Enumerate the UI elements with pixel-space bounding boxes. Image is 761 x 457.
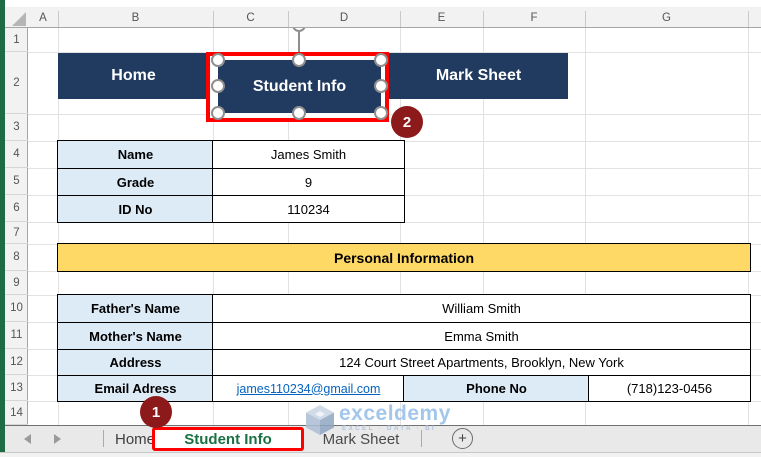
add-sheet-button[interactable]: +	[452, 428, 473, 449]
grade-value-cell[interactable]: 9	[212, 168, 405, 196]
email-label-cell[interactable]: Email Adress	[57, 375, 214, 402]
excel-window: A B C D E F G 1 2 3 4 5 6 7 8 9 10 11 12…	[0, 0, 761, 457]
selection-handle-bottom-left[interactable]	[211, 106, 225, 120]
callout-step-2-badge: 2	[391, 106, 423, 138]
row-header-14[interactable]: 14	[5, 401, 28, 425]
selection-handle-top-right[interactable]	[374, 53, 388, 67]
mark-sheet-nav-button[interactable]: Mark Sheet	[389, 53, 568, 99]
tab-scroll-left-icon[interactable]	[24, 434, 31, 444]
mother-name-value-cell[interactable]: Emma Smith	[212, 322, 751, 350]
home-nav-button[interactable]: Home	[58, 53, 209, 99]
grade-label-cell[interactable]: Grade	[57, 168, 214, 196]
column-header-a[interactable]: A	[28, 7, 58, 28]
column-header-d[interactable]: D	[288, 7, 400, 28]
phone-value-cell[interactable]: (718)123-0456	[588, 375, 751, 402]
row-header-11[interactable]: 11	[5, 322, 28, 349]
row-header-4[interactable]: 4	[5, 141, 28, 168]
row-header-8[interactable]: 8	[5, 244, 28, 271]
row-header-9[interactable]: 9	[5, 271, 28, 295]
address-value-cell[interactable]: 124 Court Street Apartments, Brooklyn, N…	[212, 349, 751, 376]
row-header-3[interactable]: 3	[5, 114, 28, 141]
column-header-c[interactable]: C	[213, 7, 288, 28]
phone-label-cell[interactable]: Phone No	[403, 375, 590, 402]
selection-handle-mid-right[interactable]	[374, 79, 388, 93]
watermark-brand: exceldemy	[339, 402, 451, 425]
row-header-1[interactable]: 1	[5, 28, 28, 52]
tab-scroll-right-icon[interactable]	[54, 434, 61, 444]
address-label-cell[interactable]: Address	[57, 349, 214, 376]
row-header-5[interactable]: 5	[5, 168, 28, 195]
father-name-value-cell[interactable]: William Smith	[212, 294, 751, 323]
row-header-7[interactable]: 7	[5, 222, 28, 244]
father-name-label-cell[interactable]: Father's Name	[57, 294, 214, 323]
selection-handle-bottom-center[interactable]	[292, 106, 306, 120]
select-all-corner[interactable]	[5, 7, 28, 28]
id-no-value-cell[interactable]: 110234	[212, 195, 405, 223]
name-value-cell[interactable]: James Smith	[212, 140, 405, 169]
callout-step-1-badge: 1	[140, 396, 172, 428]
email-link[interactable]: james110234@gmail.com	[237, 382, 381, 396]
mother-name-label-cell[interactable]: Mother's Name	[57, 322, 214, 350]
email-value-cell[interactable]: james110234@gmail.com	[212, 375, 405, 402]
row-header-2[interactable]: 2	[5, 52, 28, 114]
column-header-b[interactable]: B	[58, 7, 213, 28]
column-header-e[interactable]: E	[400, 7, 483, 28]
column-header-f[interactable]: F	[483, 7, 585, 28]
sheet-tab-student-info[interactable]: Student Info	[152, 427, 304, 451]
selection-handle-bottom-right[interactable]	[374, 106, 388, 120]
selection-handle-top-center[interactable]	[292, 53, 306, 67]
selection-handle-top-left[interactable]	[211, 53, 225, 67]
row-header-6[interactable]: 6	[5, 195, 28, 222]
sheet-tab-mark-sheet[interactable]: Mark Sheet	[310, 427, 412, 451]
name-label-cell[interactable]: Name	[57, 140, 214, 169]
row-header-10[interactable]: 10	[5, 295, 28, 322]
tab-divider-right	[421, 430, 422, 447]
tab-divider-left	[103, 430, 104, 447]
personal-information-header[interactable]: Personal Information	[57, 243, 751, 272]
id-no-label-cell[interactable]: ID No	[57, 195, 214, 223]
selection-handle-mid-left[interactable]	[211, 79, 225, 93]
column-header-g[interactable]: G	[585, 7, 748, 28]
select-all-triangle	[12, 12, 26, 26]
row-header-13[interactable]: 13	[5, 375, 28, 401]
status-bar-strip	[0, 452, 761, 457]
row-header-12[interactable]: 12	[5, 349, 28, 375]
